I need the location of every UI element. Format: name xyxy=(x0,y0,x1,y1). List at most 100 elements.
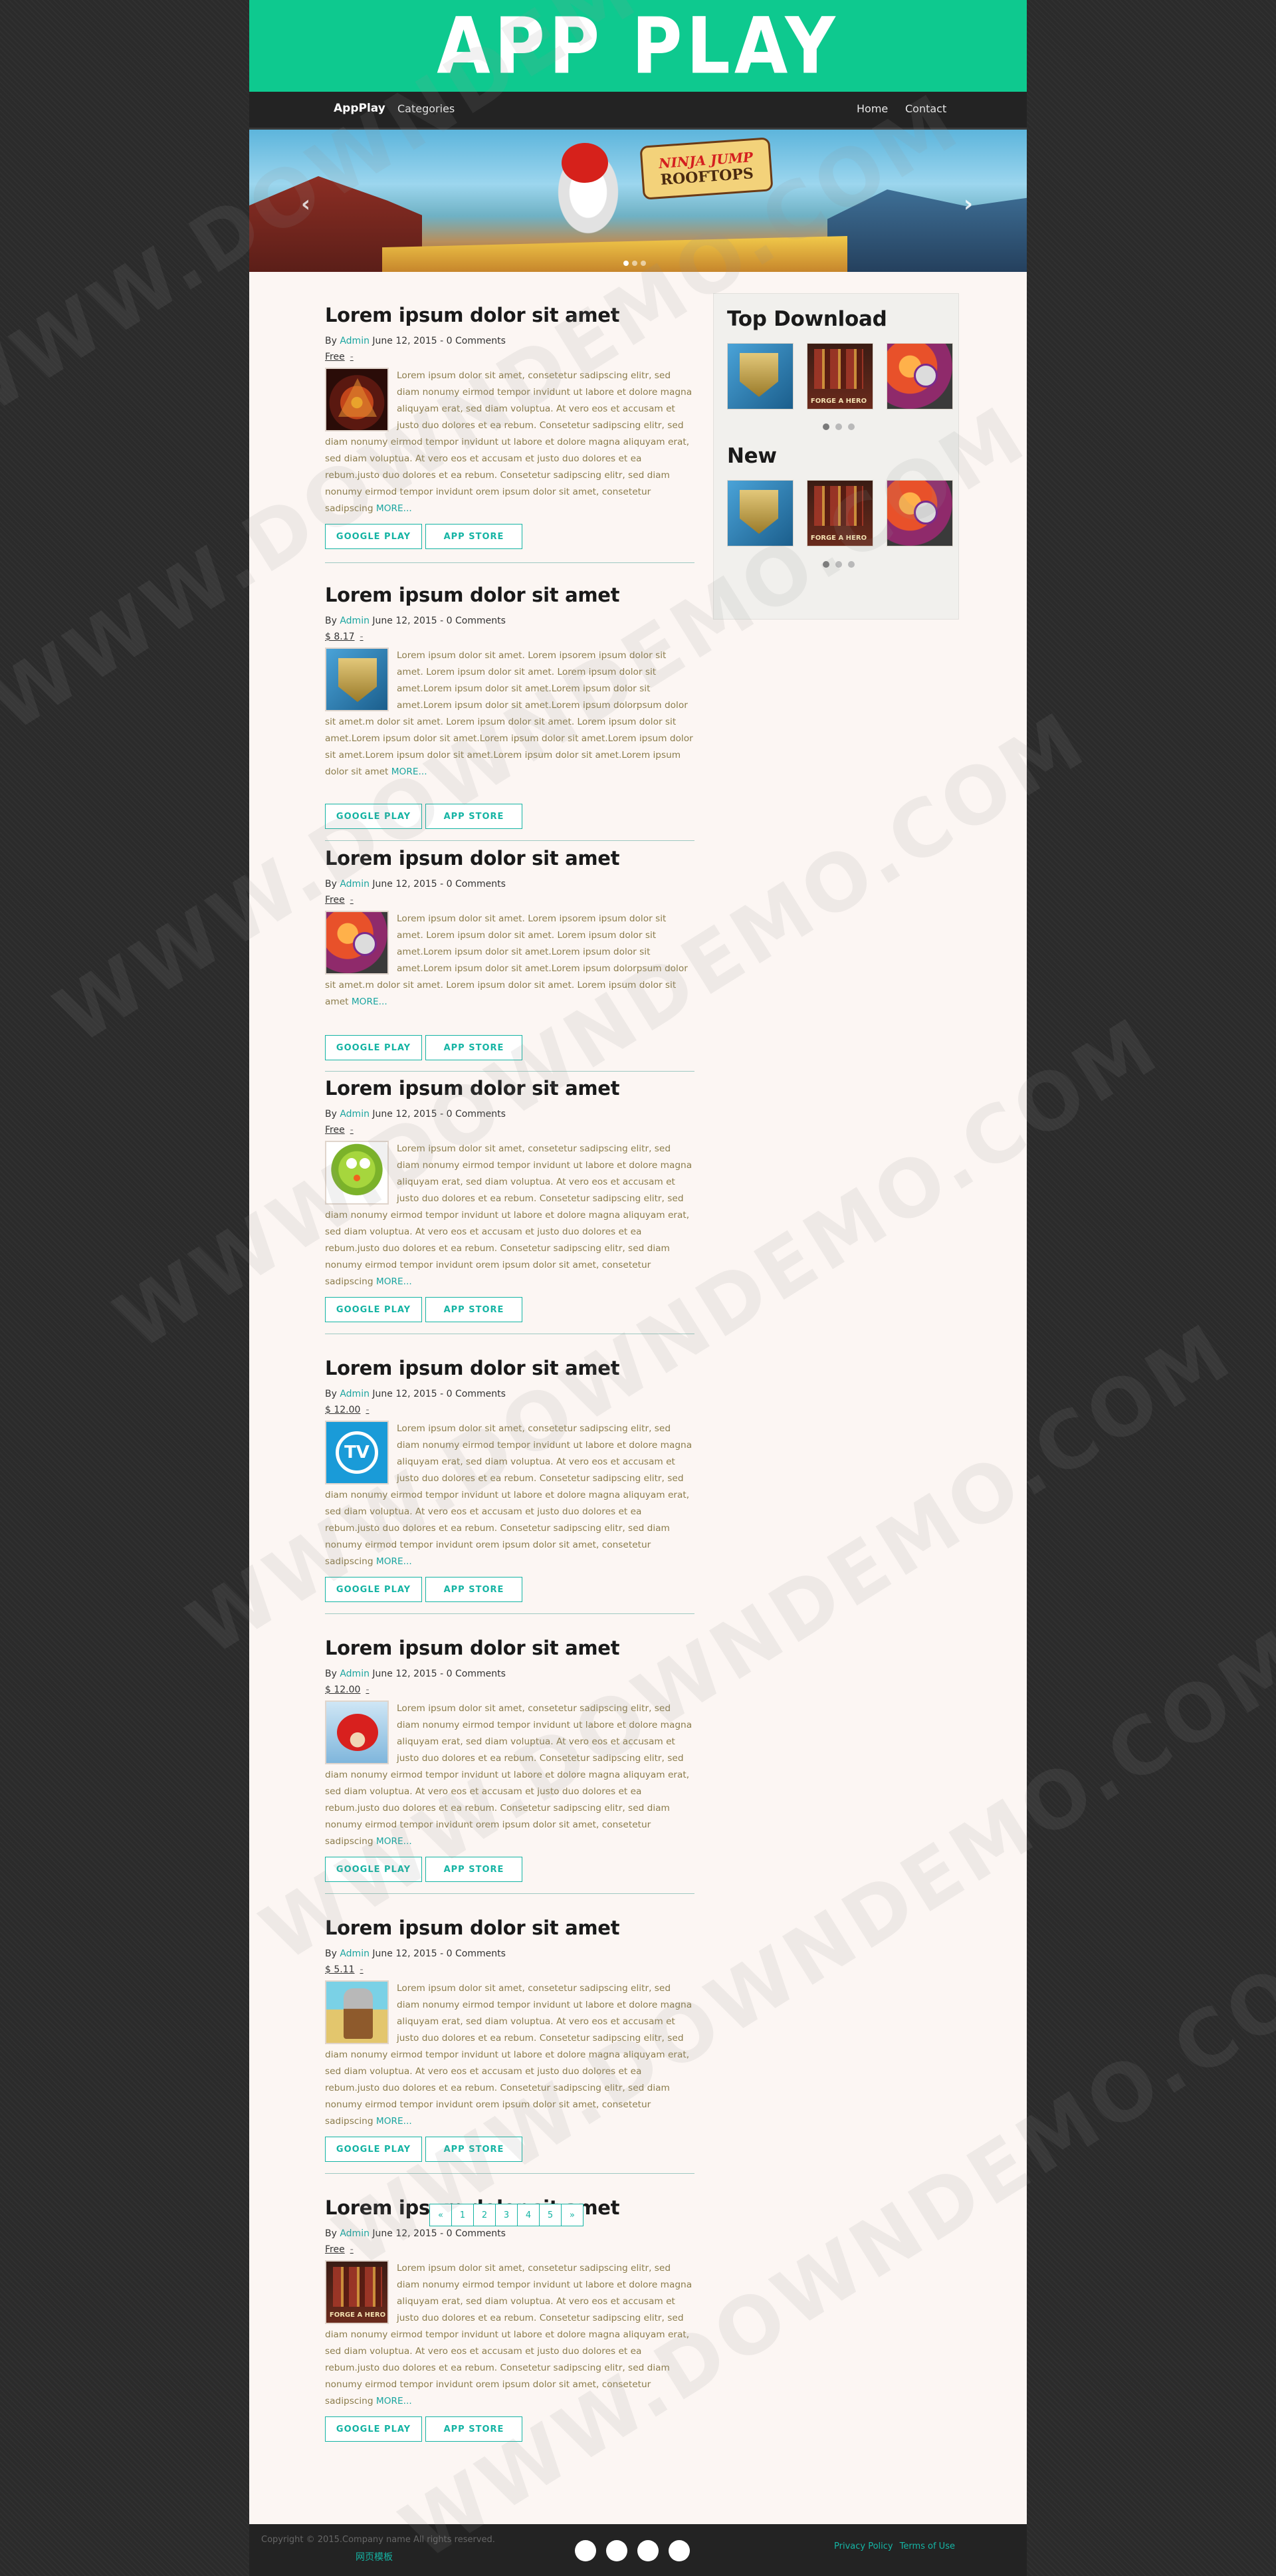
post-title[interactable]: Lorem ipsum dolor sit amet xyxy=(325,304,694,326)
more-link[interactable]: MORE... xyxy=(376,1276,412,1287)
social-icon-2[interactable] xyxy=(606,2540,627,2561)
shield-icon[interactable] xyxy=(727,343,794,410)
pagination-page-5[interactable]: 5 xyxy=(539,2204,562,2226)
more-link[interactable]: MORE... xyxy=(376,503,412,514)
google-play-button[interactable]: GOOGLE PLAY xyxy=(325,1857,422,1882)
more-link[interactable]: MORE... xyxy=(352,996,387,1007)
store-buttons: GOOGLE PLAY APP STORE xyxy=(325,2137,522,2162)
footer-template-link[interactable]: 网页模板 xyxy=(356,2550,393,2563)
pagination-page-4[interactable]: 4 xyxy=(517,2204,540,2226)
slider-dot-2[interactable] xyxy=(835,423,842,430)
pagination-page-3[interactable]: 3 xyxy=(495,2204,518,2226)
app-store-button[interactable]: APP STORE xyxy=(425,2137,522,2162)
post-title[interactable]: Lorem ipsum dolor sit amet xyxy=(325,1077,694,1100)
more-link[interactable]: MORE... xyxy=(376,2396,412,2406)
price-separator: - xyxy=(360,632,364,642)
slider-dot-1[interactable] xyxy=(823,423,829,430)
more-link[interactable]: MORE... xyxy=(376,2116,412,2127)
post-title[interactable]: Lorem ipsum dolor sit amet xyxy=(325,584,694,606)
post-date-comments: June 12, 2015 - 0 Comments xyxy=(372,336,506,346)
post-title[interactable]: Lorem ipsum dolor sit amet xyxy=(325,1637,694,1659)
post-author-link[interactable]: Admin xyxy=(340,1109,370,1119)
app-store-button[interactable]: APP STORE xyxy=(425,1857,522,1882)
tv-icon[interactable] xyxy=(325,1421,389,1484)
more-link[interactable]: MORE... xyxy=(376,1836,412,1847)
social-icon-3[interactable] xyxy=(637,2540,659,2561)
nav-home[interactable]: Home xyxy=(857,102,888,115)
social-icon-4[interactable] xyxy=(669,2540,690,2561)
app-store-button[interactable]: APP STORE xyxy=(425,1577,522,1602)
app-store-button[interactable]: APP STORE xyxy=(425,1297,522,1322)
top-download-dots xyxy=(823,423,855,430)
app-store-button[interactable]: APP STORE xyxy=(425,1035,522,1060)
nav-brand[interactable]: AppPlay xyxy=(334,102,385,115)
app-store-button[interactable]: APP STORE xyxy=(425,804,522,829)
orange-icon[interactable] xyxy=(887,480,953,546)
post-author-link[interactable]: Admin xyxy=(340,616,370,626)
bird-icon[interactable] xyxy=(325,1141,389,1205)
store-buttons: GOOGLE PLAY APP STORE xyxy=(325,1297,522,1322)
post-date-comments: June 12, 2015 - 0 Comments xyxy=(372,879,506,889)
post-author-link[interactable]: Admin xyxy=(340,2228,370,2239)
nav-categories[interactable]: Categories xyxy=(397,102,455,115)
post-1: Lorem ipsum dolor sit amet By Admin June… xyxy=(325,304,694,563)
slider-dot-3[interactable] xyxy=(848,423,855,430)
chevron-right-icon[interactable]: › xyxy=(964,191,973,217)
more-link[interactable]: MORE... xyxy=(391,766,427,777)
pagination: « 1 2 3 4 5 » xyxy=(429,2204,584,2226)
pagination-page-2[interactable]: 2 xyxy=(473,2204,496,2226)
post-author-link[interactable]: Admin xyxy=(340,336,370,346)
more-link[interactable]: MORE... xyxy=(376,1556,412,1567)
orange-icon[interactable] xyxy=(887,343,953,410)
privacy-policy-link[interactable]: Privacy Policy xyxy=(834,2541,893,2551)
forge-hero-icon[interactable]: FORGE A HERO xyxy=(807,480,873,546)
app-store-button[interactable]: APP STORE xyxy=(425,524,522,549)
social-icon-1[interactable] xyxy=(575,2540,596,2561)
post-author-link[interactable]: Admin xyxy=(340,879,370,889)
post-price: Free - xyxy=(325,352,354,362)
post-meta: By Admin June 12, 2015 - 0 Comments xyxy=(325,1948,506,1959)
google-play-button[interactable]: GOOGLE PLAY xyxy=(325,1297,422,1322)
pagination-next[interactable]: » xyxy=(561,2204,584,2226)
price-value: Free xyxy=(325,1125,345,1135)
carousel-dot-2[interactable] xyxy=(632,261,637,266)
post-meta: By Admin June 12, 2015 - 0 Comments xyxy=(325,2228,506,2239)
slider-dot-2[interactable] xyxy=(835,561,842,568)
terms-of-use-link[interactable]: Terms of Use xyxy=(900,2541,955,2551)
forge-hero-icon[interactable]: FORGE A HERO xyxy=(807,343,873,410)
site-logo[interactable]: APP PLAY xyxy=(437,1,839,92)
post-3: Lorem ipsum dolor sit amet By Admin June… xyxy=(325,847,694,1072)
shield-icon[interactable] xyxy=(727,480,794,546)
knight-icon[interactable] xyxy=(325,1980,389,2044)
orange-icon[interactable] xyxy=(325,911,389,975)
post-title[interactable]: Lorem ipsum dolor sit amet xyxy=(325,1357,694,1379)
pagination-page-1[interactable]: 1 xyxy=(451,2204,474,2226)
post-author-link[interactable]: Admin xyxy=(340,1389,370,1399)
app-store-button[interactable]: APP STORE xyxy=(425,2416,522,2442)
store-buttons: GOOGLE PLAY APP STORE xyxy=(325,1857,522,1882)
chevron-left-icon[interactable]: ‹ xyxy=(301,191,310,217)
nav-contact[interactable]: Contact xyxy=(905,102,946,115)
google-play-button[interactable]: GOOGLE PLAY xyxy=(325,1035,422,1060)
google-play-button[interactable]: GOOGLE PLAY xyxy=(325,804,422,829)
google-play-button[interactable]: GOOGLE PLAY xyxy=(325,2416,422,2442)
angry-bird-icon[interactable] xyxy=(325,1700,389,1764)
google-play-button[interactable]: GOOGLE PLAY xyxy=(325,2137,422,2162)
hero-carousel[interactable]: NINJA JUMP ROOFTOPS ‹ › xyxy=(249,130,1027,274)
carousel-dot-3[interactable] xyxy=(641,261,646,266)
main-content: Lorem ipsum dolor sit amet By Admin June… xyxy=(249,272,1027,2524)
post-title[interactable]: Lorem ipsum dolor sit amet xyxy=(325,1917,694,1939)
forge-hero-icon[interactable]: FORGE A HERO xyxy=(325,2260,389,2324)
shield-icon[interactable] xyxy=(325,647,389,711)
carousel-dot-1[interactable] xyxy=(623,261,629,266)
post-author-link[interactable]: Admin xyxy=(340,1948,370,1959)
top-navbar: AppPlay Categories Home Contact xyxy=(249,92,1027,130)
slider-dot-3[interactable] xyxy=(848,561,855,568)
eye-icon[interactable] xyxy=(325,368,389,431)
post-title[interactable]: Lorem ipsum dolor sit amet xyxy=(325,847,694,870)
google-play-button[interactable]: GOOGLE PLAY xyxy=(325,1577,422,1602)
slider-dot-1[interactable] xyxy=(823,561,829,568)
post-author-link[interactable]: Admin xyxy=(340,1669,370,1679)
google-play-button[interactable]: GOOGLE PLAY xyxy=(325,524,422,549)
pagination-prev[interactable]: « xyxy=(429,2204,452,2226)
